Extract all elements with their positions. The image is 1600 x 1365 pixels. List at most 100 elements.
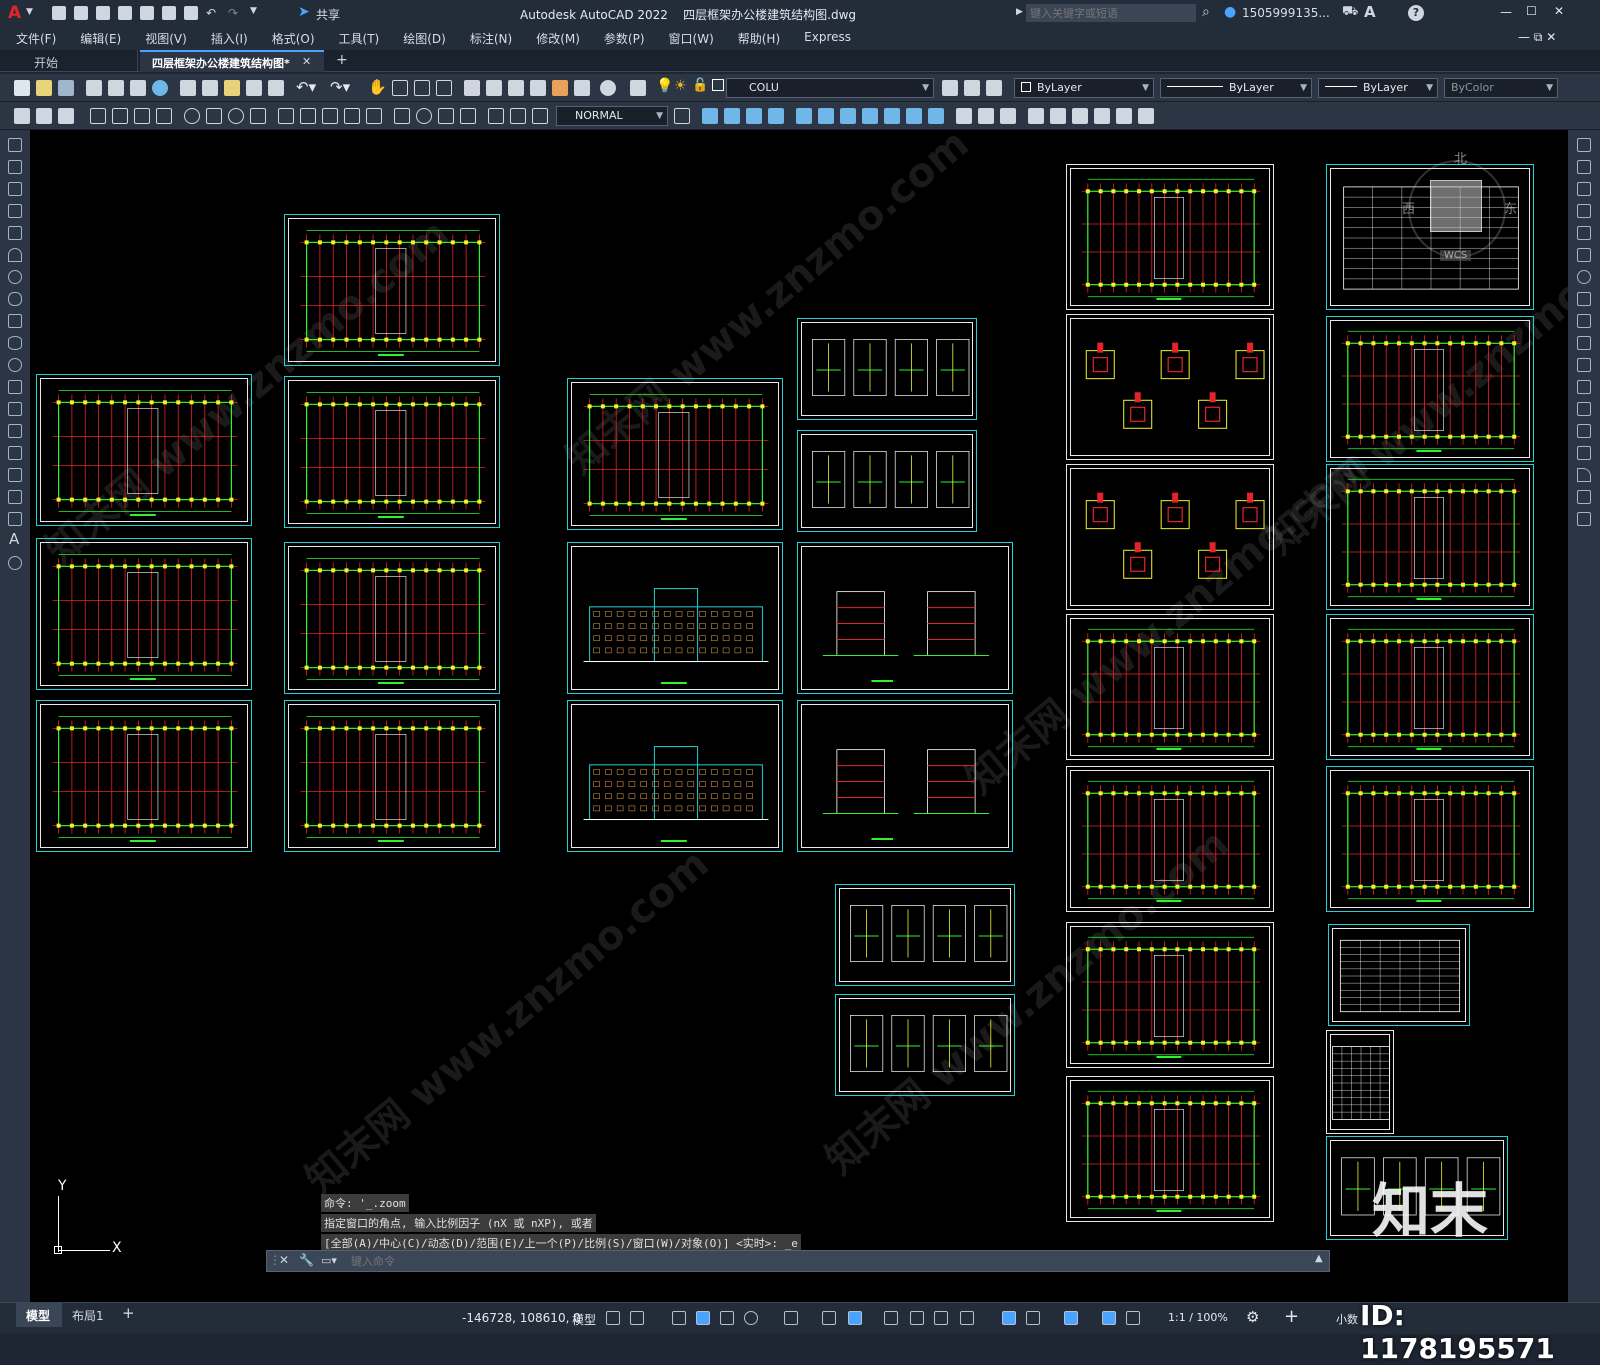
annotation-visibility-icon[interactable] [1102, 1311, 1116, 1325]
help-icon[interactable] [600, 80, 616, 96]
text-edit-icon[interactable] [58, 108, 74, 124]
tab-start[interactable]: 开始 [4, 50, 138, 72]
minimize-button[interactable]: — [1500, 5, 1512, 19]
draworder-icon[interactable] [14, 108, 30, 124]
drawing-sheet[interactable] [1066, 614, 1274, 760]
import-icon[interactable] [162, 6, 176, 20]
ortho-icon[interactable] [720, 1311, 734, 1325]
ucs-face-icon[interactable] [1094, 108, 1110, 124]
aligned-dimension-icon[interactable] [112, 108, 128, 124]
jogged-linear-icon[interactable] [460, 108, 476, 124]
units-dropdown[interactable]: 小数 [1336, 1311, 1358, 1327]
hatch-icon[interactable] [8, 446, 22, 460]
object-snap-icon[interactable] [848, 1311, 862, 1325]
menu-insert[interactable]: 插入(I) [211, 30, 248, 47]
zoom-previous-icon[interactable] [436, 80, 452, 96]
view-back-icon[interactable] [724, 108, 740, 124]
paste-icon[interactable] [224, 80, 240, 96]
new-tab-button[interactable]: + [336, 52, 348, 68]
save-icon[interactable] [96, 6, 110, 20]
open-icon[interactable] [74, 6, 88, 20]
copy-object-icon[interactable] [1577, 160, 1591, 174]
user-icon[interactable]: ● [1224, 4, 1236, 20]
coordinates-readout[interactable]: -146728, 108610, 0 [462, 1311, 581, 1325]
dynamic-ucs-icon[interactable] [1002, 1311, 1016, 1325]
snap-icon[interactable] [630, 1311, 644, 1325]
menu-express[interactable]: Express [804, 30, 851, 47]
drawing-sheet[interactable] [835, 994, 1015, 1096]
point-icon[interactable] [8, 424, 22, 438]
insert-block-icon[interactable] [8, 380, 22, 394]
view-left-icon[interactable] [796, 108, 812, 124]
user-account-label[interactable]: 1505999135... [1242, 6, 1330, 20]
drawing-sheet[interactable] [1066, 164, 1274, 310]
selection-filter-icon[interactable] [1026, 1311, 1040, 1325]
save-icon[interactable] [58, 80, 74, 96]
infer-constraints-icon[interactable] [672, 1311, 686, 1325]
match-properties-icon[interactable] [246, 80, 262, 96]
jogged-dimension-icon[interactable] [206, 108, 222, 124]
radius-dimension-icon[interactable] [184, 108, 200, 124]
tolerance-icon[interactable] [394, 108, 410, 124]
view-bottom-icon[interactable] [768, 108, 784, 124]
dimension-style-dropdown[interactable]: NORMAL ▼ [556, 106, 668, 126]
break-at-point-icon[interactable] [1577, 380, 1591, 394]
region-icon[interactable] [8, 490, 22, 504]
print-icon[interactable] [184, 6, 198, 20]
maximize-button[interactable]: ☐ [1526, 4, 1537, 18]
cart-icon[interactable]: ⛟ [1342, 4, 1358, 21]
model-space-toggle[interactable]: 模型 [572, 1311, 596, 1328]
drawing-sheet[interactable] [1066, 1076, 1274, 1222]
design-center-icon[interactable] [486, 80, 502, 96]
array-icon[interactable] [1577, 226, 1591, 240]
camera-icon[interactable] [928, 108, 944, 124]
view-ne-iso-icon[interactable] [884, 108, 900, 124]
gradient-icon[interactable] [8, 468, 22, 482]
ucs-object-icon[interactable] [1116, 108, 1132, 124]
search-input[interactable] [1026, 4, 1196, 22]
lineweight-icon[interactable] [884, 1311, 898, 1325]
drawing-sheet[interactable] [1066, 922, 1274, 1068]
share-button[interactable]: 共享 [316, 6, 340, 23]
ellipse-arc-icon[interactable] [8, 358, 22, 372]
drawing-sheet[interactable] [36, 538, 252, 690]
polyline-icon[interactable] [8, 182, 22, 196]
command-recent-icon[interactable]: ▲ [1315, 1253, 1323, 1264]
visual-style-3d-icon[interactable] [978, 108, 994, 124]
drawing-sheet[interactable] [1326, 614, 1534, 760]
arc-icon[interactable] [8, 248, 22, 262]
stretch-icon[interactable] [1577, 314, 1591, 328]
drawing-sheet[interactable] [567, 542, 783, 694]
redo-icon[interactable]: ↷ [228, 6, 242, 20]
object-snap-tracking-icon[interactable] [822, 1311, 836, 1325]
settings-gear-icon[interactable]: ⚙ [1246, 1308, 1259, 1326]
drawing-sheet[interactable] [1066, 464, 1274, 610]
tab-layout1[interactable]: 布局1 [72, 1307, 104, 1324]
drawing-sheet[interactable] [1326, 1030, 1394, 1134]
view-sw-iso-icon[interactable] [840, 108, 856, 124]
dimension-update-icon[interactable] [532, 108, 548, 124]
tab-model[interactable]: 模型 [16, 1303, 62, 1327]
view-top-icon[interactable] [746, 108, 762, 124]
autodesk-app-icon[interactable]: A [1364, 3, 1376, 21]
ucs-previous-icon[interactable] [1072, 108, 1088, 124]
menu-tools[interactable]: 工具(T) [339, 30, 380, 47]
arc-length-icon[interactable] [134, 108, 150, 124]
undo-icon[interactable]: ↶ [206, 6, 220, 20]
polar-tracking-icon[interactable] [744, 1311, 758, 1325]
viewcube[interactable]: 北 西 东 WCS [1400, 148, 1520, 268]
ucs-view-icon[interactable] [1138, 108, 1154, 124]
menu-parametric[interactable]: 参数(P) [604, 30, 645, 47]
view-nw-iso-icon[interactable] [906, 108, 922, 124]
rectangle-icon[interactable] [8, 226, 22, 240]
properties-icon[interactable] [464, 80, 480, 96]
drawing-sheet[interactable] [567, 700, 783, 852]
dimension-space-icon[interactable] [344, 108, 360, 124]
color-dropdown[interactable]: ByLayer ▼ [1014, 78, 1154, 98]
plot-icon[interactable] [86, 80, 102, 96]
new-icon[interactable] [52, 6, 66, 20]
line-icon[interactable] [8, 138, 22, 152]
search-icon[interactable]: ⌕ [1202, 4, 1210, 20]
web-icon[interactable] [152, 80, 168, 96]
menu-modify[interactable]: 修改(M) [536, 30, 580, 47]
